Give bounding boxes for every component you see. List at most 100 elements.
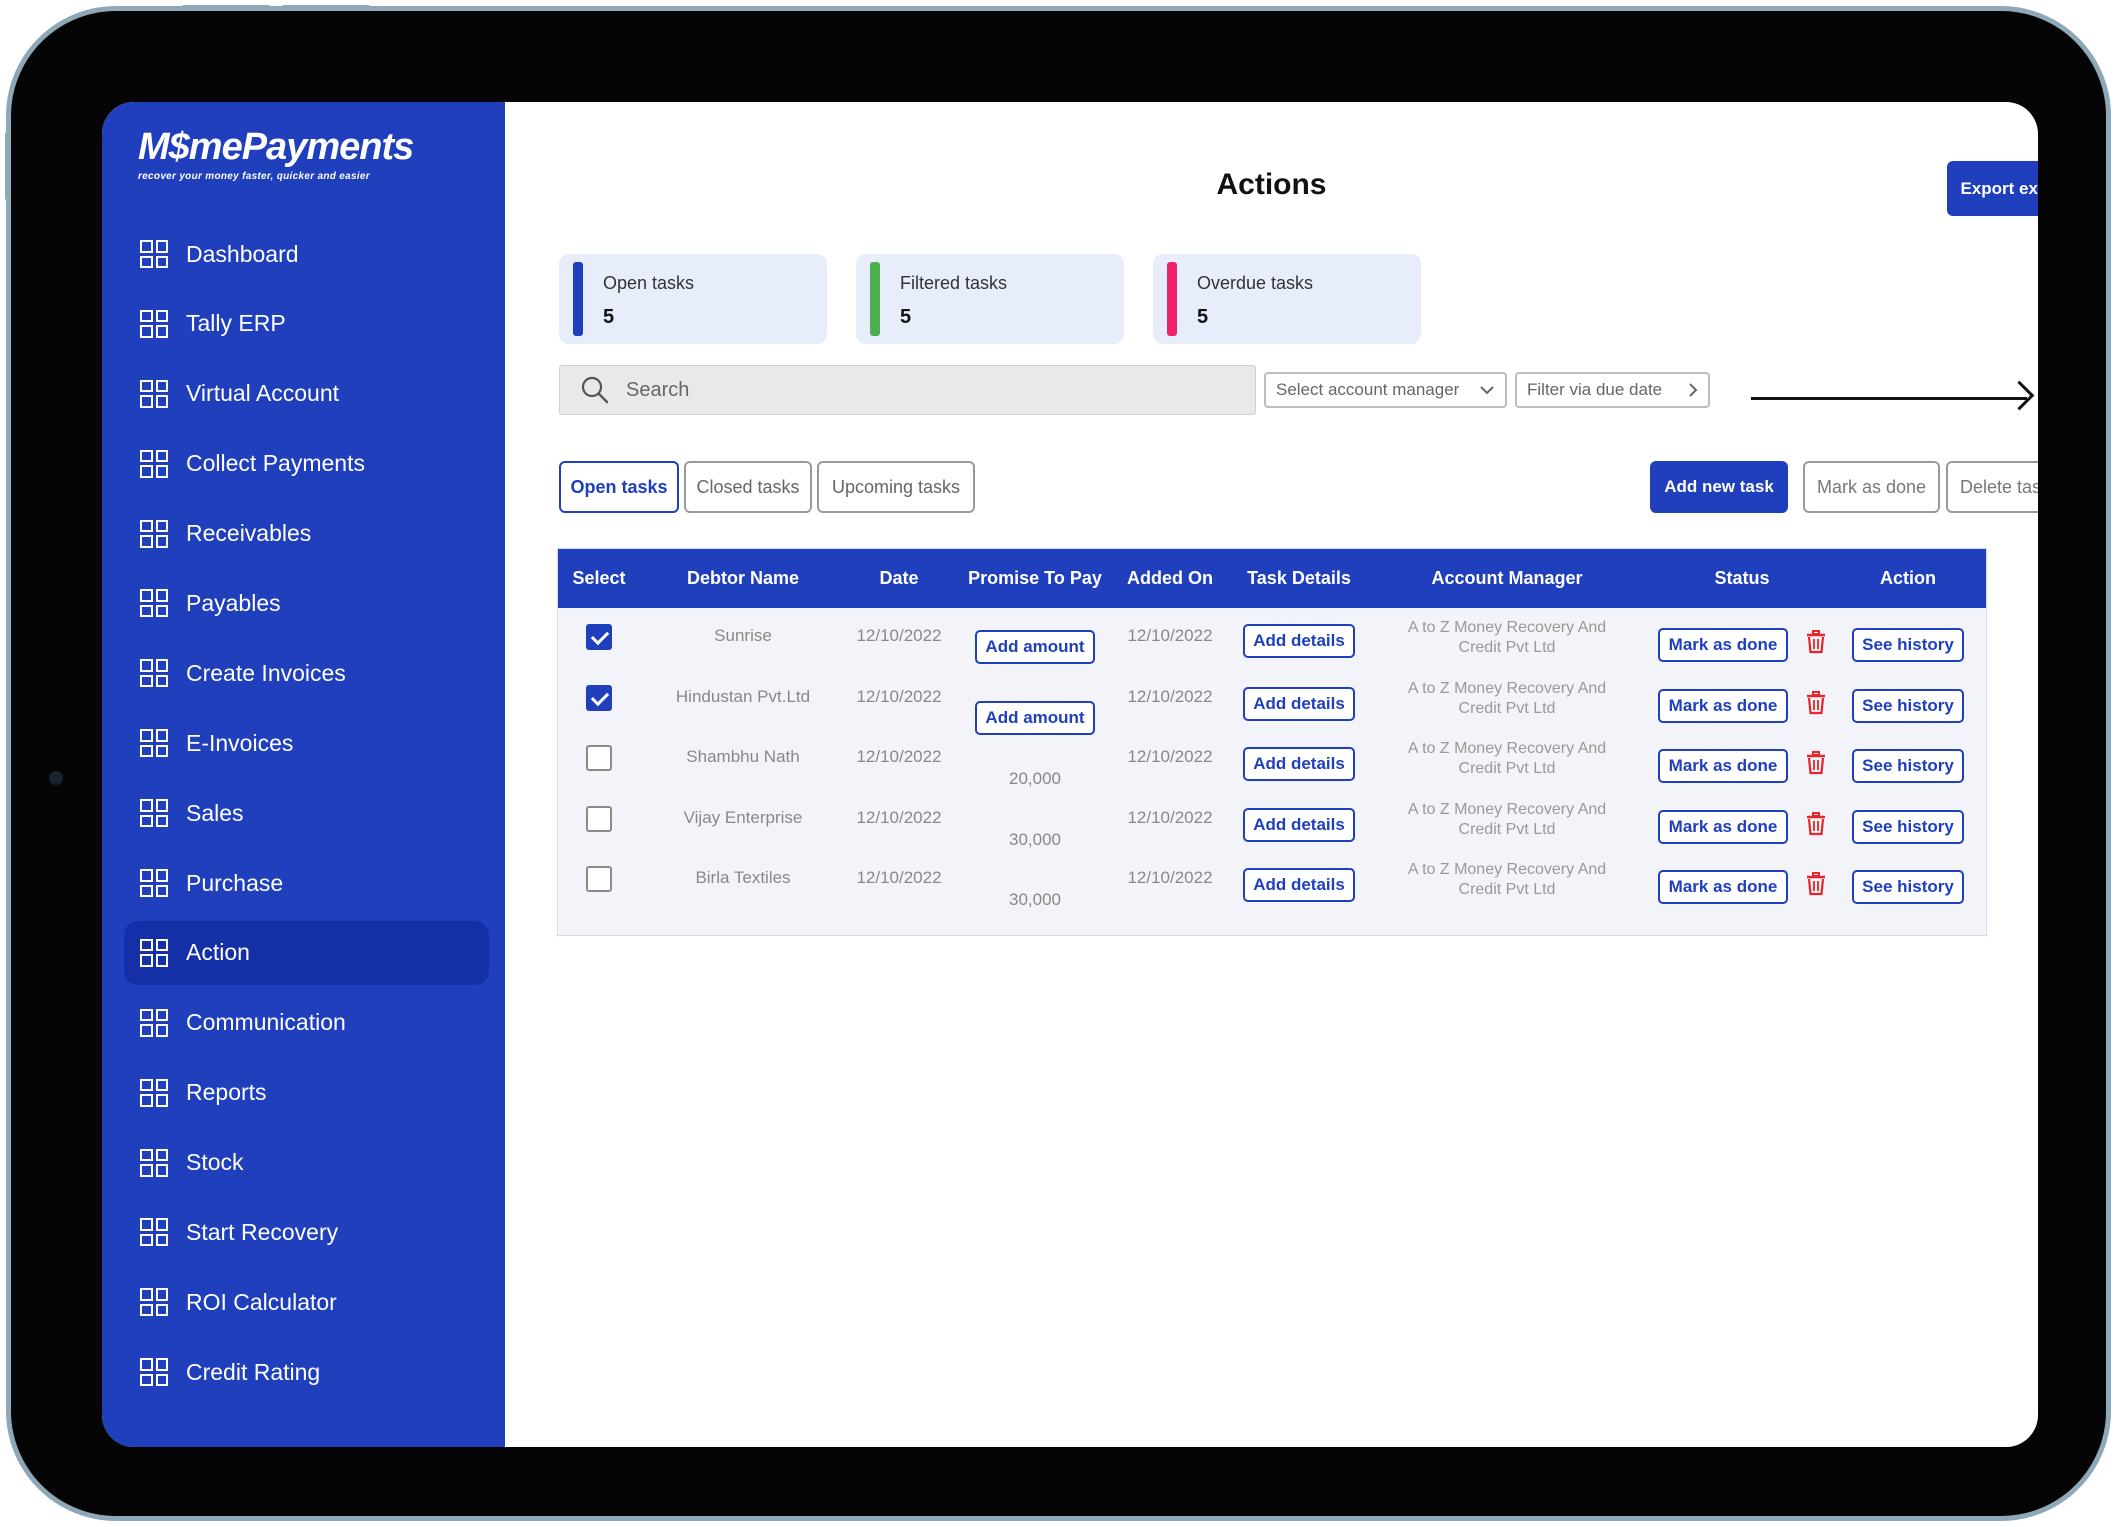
add-amount-button[interactable]: Add amount [975, 701, 1095, 735]
trash-icon[interactable] [1806, 630, 1826, 654]
top-button [181, 5, 271, 11]
row-select-checkbox[interactable] [586, 806, 612, 832]
sidebar-item-purchase[interactable]: Purchase [124, 851, 489, 915]
add-new-task-button[interactable]: Add new task [1650, 461, 1788, 513]
tab-closed-tasks[interactable]: Closed tasks [684, 461, 812, 513]
added-on-date: 12/10/2022 [1127, 747, 1213, 766]
dashboard-grid-icon [140, 1148, 168, 1177]
account-manager-line: Credit Pvt Ltd [1458, 821, 1556, 838]
mark-as-done-button[interactable]: Mark as done [1803, 461, 1940, 513]
account-manager-select[interactable]: Select account manager [1264, 372, 1507, 408]
sidebar-item-credit-rating[interactable]: Credit Rating [124, 1340, 489, 1404]
trash-icon[interactable] [1806, 812, 1826, 836]
see-history-button[interactable]: See history [1852, 810, 1964, 844]
sidebar-item-start-recovery[interactable]: Start Recovery [124, 1200, 489, 1264]
trash-icon[interactable] [1806, 751, 1826, 775]
dashboard-grid-icon [140, 240, 168, 268]
tab-upcoming-tasks[interactable]: Upcoming tasks [817, 461, 975, 513]
see-history-button[interactable]: See history [1852, 870, 1964, 904]
stat-open-tasks: Open tasks 5 [559, 254, 827, 344]
see-history-button[interactable]: See history [1852, 689, 1964, 723]
sidebar-item-label: Payables [186, 589, 281, 616]
see-history-button[interactable]: See history [1852, 628, 1964, 662]
sidebar-item-roi-calculator[interactable]: ROI Calculator [124, 1270, 489, 1334]
sidebar-item-stock[interactable]: Stock [124, 1131, 489, 1195]
brand-logo: M$mePayments recover your money faster, … [138, 126, 414, 182]
stat-value: 5 [1197, 306, 1209, 328]
sidebar-item-e-invoices[interactable]: E-Invoices [124, 711, 489, 775]
account-manager: A to Z Money Recovery And Credit Pvt Ltd [1408, 679, 1606, 719]
stat-accent-bar [1167, 262, 1177, 336]
add-details-button[interactable]: Add details [1243, 624, 1355, 658]
sidebar-item-communication[interactable]: Communication [124, 991, 489, 1055]
arrow-right-icon[interactable] [2004, 380, 2035, 411]
sidebar-item-label: Stock [186, 1149, 244, 1176]
add-details-button[interactable]: Add details [1243, 687, 1355, 721]
row-select-checkbox[interactable] [586, 866, 612, 892]
account-manager: A to Z Money Recovery And Credit Pvt Ltd [1408, 739, 1606, 779]
sidebar-item-action[interactable]: Action [124, 920, 489, 985]
delete-tasks-button[interactable]: Delete tasks [1946, 461, 2038, 513]
row-select-checkbox[interactable] [586, 624, 612, 650]
stat-label: Filtered tasks [900, 273, 1008, 293]
due-date-filter-label: Filter via due date [1527, 380, 1663, 399]
dashboard-grid-icon [140, 938, 168, 967]
top-button [281, 5, 371, 11]
tasks-table: Select Debtor Name Date Promise To Pay Added… [557, 548, 1987, 936]
stat-filtered-tasks: Filtered tasks 5 [856, 254, 1124, 344]
sidebar-item-receivables[interactable]: Receivables [124, 502, 489, 566]
sidebar-item-sales[interactable]: Sales [124, 781, 489, 845]
add-details-button[interactable]: Add details [1243, 747, 1355, 781]
sidebar-item-create-invoices[interactable]: Create Invoices [124, 641, 489, 705]
sidebar-item-tally-erp[interactable]: Tally ERP [124, 292, 489, 356]
sidebar-item-collect-payments[interactable]: Collect Payments [124, 432, 489, 496]
column-header: Task Details [1247, 568, 1351, 588]
stat-accent-bar [573, 262, 583, 336]
dashboard-grid-icon [140, 589, 168, 618]
add-details-button[interactable]: Add details [1243, 808, 1355, 842]
sidebar-item-label: Tally ERP [186, 310, 286, 337]
due-date-filter[interactable]: Filter via due date [1515, 372, 1710, 408]
account-manager-line: A to Z Money Recovery And [1407, 801, 1607, 818]
row-mark-as-done-button[interactable]: Mark as done [1658, 810, 1788, 844]
sidebar-item-reports[interactable]: Reports [124, 1061, 489, 1125]
sidebar-item-label: Dashboard [186, 240, 299, 267]
debtor-name: Birla Textiles [695, 868, 791, 887]
row-mark-as-done-button[interactable]: Mark as done [1658, 749, 1788, 783]
sidebar-item-dashboard[interactable]: Dashboard [124, 222, 489, 286]
chevron-right-icon [1689, 383, 1698, 397]
dashboard-grid-icon [140, 729, 168, 758]
export-excel-button[interactable]: Export excel [1947, 161, 2038, 216]
sidebar-item-label: Reports [186, 1079, 267, 1106]
added-on-date: 12/10/2022 [1127, 626, 1213, 645]
row-mark-as-done-button[interactable]: Mark as done [1658, 628, 1788, 662]
stat-value: 5 [900, 306, 912, 328]
trash-icon[interactable] [1806, 872, 1826, 896]
sidebar-item-label: Start Recovery [186, 1218, 339, 1245]
dashboard-grid-icon [140, 1288, 168, 1317]
task-date: 12/10/2022 [856, 868, 942, 887]
trash-icon[interactable] [1806, 691, 1826, 715]
search-input[interactable] [624, 377, 1228, 403]
account-manager: A to Z Money Recovery And Credit Pvt Ltd [1408, 800, 1606, 840]
sidebar-item-virtual-account[interactable]: Virtual Account [124, 362, 489, 426]
task-date: 12/10/2022 [856, 747, 942, 766]
row-select-checkbox[interactable] [586, 685, 612, 711]
sidebar-item-label: Collect Payments [186, 450, 365, 477]
sidebar: M$mePayments recover your money faster, … [102, 102, 505, 1447]
account-manager-line: A to Z Money Recovery And [1407, 740, 1607, 757]
sidebar-item-payables[interactable]: Payables [124, 571, 489, 635]
column-header: Added On [1127, 568, 1213, 588]
add-details-button[interactable]: Add details [1243, 868, 1355, 902]
row-select-checkbox[interactable] [586, 745, 612, 771]
column-header: Status [1714, 568, 1770, 588]
tab-open-tasks[interactable]: Open tasks [559, 461, 679, 513]
dashboard-grid-icon [140, 799, 168, 828]
row-mark-as-done-button[interactable]: Mark as done [1658, 689, 1788, 723]
add-amount-button[interactable]: Add amount [975, 630, 1095, 664]
see-history-button[interactable]: See history [1852, 749, 1964, 783]
dashboard-grid-icon [140, 1358, 168, 1387]
brand-tagline: recover your money faster, quicker and e… [138, 171, 370, 182]
row-mark-as-done-button[interactable]: Mark as done [1658, 870, 1788, 904]
search-icon [581, 376, 609, 404]
